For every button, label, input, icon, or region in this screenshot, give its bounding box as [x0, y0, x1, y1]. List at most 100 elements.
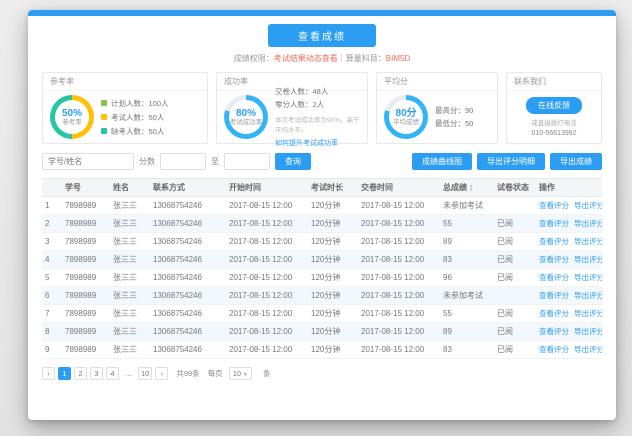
start-time: 2017-08-15 12:00: [226, 286, 308, 305]
window-content: 查看成绩 成绩权限：考试结果动态查看｜算量科目：BIM5D 参考率 50% 参考…: [28, 16, 616, 390]
phone-number: 13068754246: [150, 196, 226, 215]
table-row: 9 7898989 张三三 13068754246 2017-08-15 12:00 12…: [42, 340, 602, 359]
student-id: 7898989: [62, 196, 110, 215]
export-score-link[interactable]: 导出评分: [574, 273, 602, 282]
sort-icon[interactable]: ▲ ▼: [469, 183, 473, 193]
phone-number: 13068754246: [150, 250, 226, 269]
meta-separator: ｜: [337, 54, 346, 63]
search-button[interactable]: 查询: [275, 153, 311, 170]
export-score-link[interactable]: 导出评分: [574, 309, 602, 318]
submitted-count: 交卷人数：48人: [275, 87, 329, 96]
results-table-body: 1 7898989 张三三 13068754246 2017-08-15 12:00 12…: [42, 196, 602, 359]
view-score-link[interactable]: 查看评分: [539, 237, 569, 246]
legend-color-swatch: [101, 128, 107, 134]
success-donut-chart: 80% 考试成功率: [224, 95, 268, 139]
export-score-link[interactable]: 导出评分: [574, 255, 602, 264]
average-donut-chart: 80分 平均成绩: [384, 95, 428, 139]
page-button[interactable]: 10: [138, 367, 153, 380]
online-feedback-button[interactable]: 在线反馈: [526, 97, 582, 114]
exam-duration: 120分钟: [308, 232, 358, 251]
export-score-link[interactable]: 导出评分: [574, 237, 602, 246]
student-name: 张三三: [110, 268, 150, 287]
total-score: 未参加考试: [440, 196, 494, 215]
legend-label: 缺考人数：50人: [111, 126, 165, 136]
submit-time: 2017-08-15 12:00: [358, 214, 440, 233]
row-index: 5: [42, 268, 62, 287]
per-page-select[interactable]: 10 ▼: [228, 367, 252, 380]
table-header-row: 学号 姓名 联系方式 开始时间 考试时长 交卷时间 总成绩 ▲ ▼ 试卷状态 操作: [42, 178, 602, 197]
col-header: 学号: [62, 178, 110, 197]
meta-value-2: BIM5D: [385, 54, 411, 63]
attendance-value: 50%: [61, 107, 82, 119]
next-page-button[interactable]: ›: [155, 367, 169, 380]
export-score-link[interactable]: 导出评分: [574, 291, 602, 300]
page-button[interactable]: 2: [74, 367, 87, 380]
success-note: 本次考试成功率为90%，高于平均水平。: [275, 117, 360, 134]
table-row: 5 7898989 张三三 13068754246 2017-08-15 12:00 12…: [42, 268, 602, 287]
total-count: 共99条: [176, 369, 200, 378]
col-header: 试卷状态: [494, 178, 536, 197]
exam-duration: 120分钟: [308, 214, 358, 233]
view-score-link[interactable]: 查看评分: [539, 345, 569, 354]
page-button[interactable]: 1: [58, 367, 71, 380]
meta-label-1: 成绩权限：: [233, 54, 274, 63]
score-curve-button[interactable]: 成绩曲线图: [412, 153, 472, 170]
improve-success-link[interactable]: 如何提升考试成功率: [275, 138, 360, 148]
legend-label: 计划人数：100人: [111, 98, 169, 108]
export-score-link[interactable]: 导出评分: [574, 219, 602, 228]
contact-hint: 或直接拨打电话: [531, 120, 577, 127]
attendance-legend: 计划人数：100人考试人数：50人 缺考人数：50人: [101, 98, 169, 137]
view-score-link[interactable]: 查看评分: [539, 291, 569, 300]
row-index: 2: [42, 214, 62, 233]
score-filter-label: 分数: [139, 157, 155, 166]
student-name: 张三三: [110, 304, 150, 323]
pagination: ‹ 1 2 3 4 … 10 › 共99条 每页 10 ▼ 条: [42, 367, 602, 380]
export-score-detail-button[interactable]: 导出评分明细: [477, 153, 545, 170]
score-max-input[interactable]: [224, 153, 270, 170]
contact-phone: 010-56613992: [531, 130, 577, 137]
meta-label-2: 算量科目：: [345, 54, 386, 63]
paper-status: 已阅: [494, 304, 536, 323]
export-score-link[interactable]: 导出评分: [574, 201, 602, 210]
phone-number: 13068754246: [150, 322, 226, 341]
page-button[interactable]: 4: [106, 367, 119, 380]
view-score-link[interactable]: 查看评分: [539, 219, 569, 228]
start-time: 2017-08-15 12:00: [226, 196, 308, 215]
table-row: 7 7898989 张三三 13068754246 2017-08-15 12:00 12…: [42, 304, 602, 323]
meta-value-1: 考试结果动态查看: [273, 54, 338, 63]
results-table: 学号 姓名 联系方式 开始时间 考试时长 交卷时间 总成绩 ▲ ▼ 试卷状态 操作 1 7898989…: [42, 178, 602, 359]
start-time: 2017-08-15 12:00: [226, 304, 308, 323]
view-score-link[interactable]: 查看评分: [539, 273, 569, 282]
per-page-unit: 条: [262, 369, 271, 378]
start-time: 2017-08-15 12:00: [226, 214, 308, 233]
paper-status: 已阅: [494, 268, 536, 287]
legend-item: 考试人数：50人: [101, 112, 169, 123]
page-button[interactable]: 3: [90, 367, 103, 380]
col-header: 总成绩 ▲ ▼: [440, 178, 494, 197]
export-score-link[interactable]: 导出评分: [574, 345, 602, 354]
paper-status: 已阅: [494, 322, 536, 341]
student-id: 7898989: [62, 322, 110, 341]
start-time: 2017-08-15 12:00: [226, 232, 308, 251]
total-score: 83: [440, 250, 494, 269]
table-row: 3 7898989 张三三 13068754246 2017-08-15 12:00 12…: [42, 232, 602, 251]
keyword-input[interactable]: [42, 153, 134, 170]
view-score-link[interactable]: 查看评分: [539, 327, 569, 336]
view-score-link[interactable]: 查看评分: [539, 309, 569, 318]
export-scores-button[interactable]: 导出成绩: [550, 153, 602, 170]
col-header: 操作: [536, 178, 602, 197]
view-score-link[interactable]: 查看评分: [539, 255, 569, 264]
view-score-link[interactable]: 查看评分: [539, 201, 569, 210]
total-score: 未参加考试: [440, 286, 494, 305]
total-score: 96: [440, 268, 494, 287]
results-window: 查看成绩 成绩权限：考试结果动态查看｜算量科目：BIM5D 参考率 50% 参考…: [28, 10, 616, 420]
prev-page-button[interactable]: ‹: [42, 367, 55, 380]
table-row: 1 7898989 张三三 13068754246 2017-08-15 12:00 12…: [42, 196, 602, 215]
student-name: 张三三: [110, 286, 150, 305]
start-time: 2017-08-15 12:00: [226, 268, 308, 287]
average-panel-title: 平均分: [377, 73, 497, 91]
paper-status: 已阅: [494, 250, 536, 269]
export-score-link[interactable]: 导出评分: [574, 327, 602, 336]
exam-duration: 120分钟: [308, 340, 358, 359]
score-min-input[interactable]: [160, 153, 206, 170]
